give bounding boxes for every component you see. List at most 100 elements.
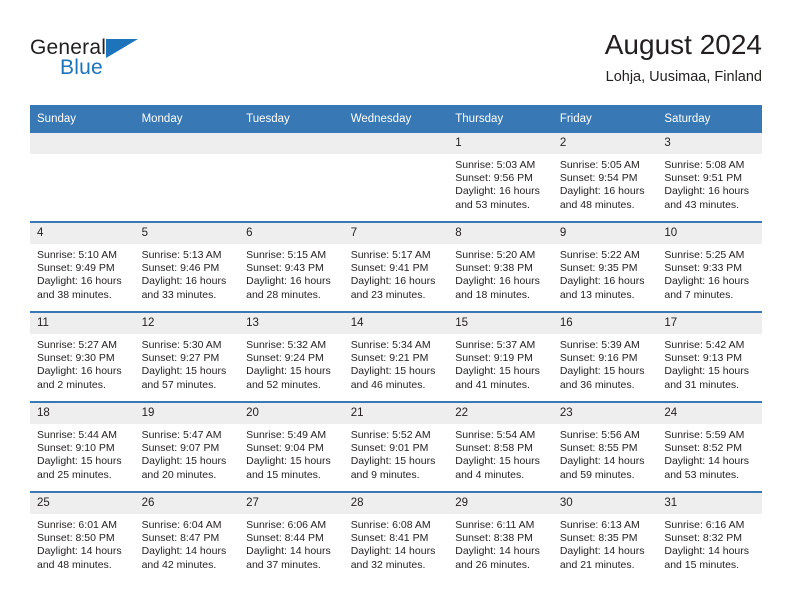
calendar-cell: 15 Sunrise: 5:37 AM Sunset: 9:19 PM Dayligh… bbox=[448, 311, 553, 402]
weekday-header-wednesday: Wednesday bbox=[343, 105, 449, 133]
day-number: 9 bbox=[552, 223, 658, 244]
day-number: 13 bbox=[239, 313, 344, 334]
day-cell[interactable]: 4 Sunrise: 5:10 AM Sunset: 9:49 PM Daylight… bbox=[30, 223, 135, 311]
sun-info: Sunrise: 5:42 AM Sunset: 9:13 PM Daylight:… bbox=[657, 334, 762, 392]
sunset-text: Sunset: 8:41 PM bbox=[350, 532, 429, 545]
day-cell[interactable]: 20 Sunrise: 5:49 AM Sunset: 9:04 PM Dayligh… bbox=[239, 403, 344, 491]
brand-logo[interactable]: General Blue bbox=[30, 36, 250, 94]
day-cell[interactable]: 10 Sunrise: 5:25 AM Sunset: 9:33 PM Dayligh… bbox=[657, 223, 762, 311]
calendar-cell: 24 Sunrise: 5:59 AM Sunset: 8:52 PM Dayligh… bbox=[657, 401, 762, 492]
day-cell[interactable]: 2 Sunrise: 5:05 AM Sunset: 9:54 PM Daylight… bbox=[552, 133, 658, 221]
day-cell[interactable]: 24 Sunrise: 5:59 AM Sunset: 8:52 PM Dayligh… bbox=[657, 403, 762, 491]
sun-info: Sunrise: 5:52 AM Sunset: 9:01 PM Daylight:… bbox=[344, 424, 449, 482]
day-cell[interactable]: 30 Sunrise: 6:13 AM Sunset: 8:35 PM Dayligh… bbox=[552, 493, 658, 581]
sun-info: Sunrise: 5:05 AM Sunset: 9:54 PM Daylight:… bbox=[553, 154, 658, 212]
daylight-text-line1: Daylight: 15 hours bbox=[246, 455, 331, 468]
day-number: 25 bbox=[30, 493, 135, 514]
daylight-text-line1: Daylight: 16 hours bbox=[455, 275, 540, 288]
sunrise-text: Sunrise: 5:47 AM bbox=[141, 429, 222, 441]
day-cell[interactable]: 19 Sunrise: 5:47 AM Sunset: 9:07 PM Dayligh… bbox=[134, 403, 240, 491]
sunset-text: Sunset: 9:24 PM bbox=[246, 352, 324, 365]
sun-info: Sunrise: 5:37 AM Sunset: 9:19 PM Daylight:… bbox=[448, 334, 553, 392]
weekday-header-saturday: Saturday bbox=[657, 105, 762, 133]
day-cell[interactable]: 31 Sunrise: 6:16 AM Sunset: 8:32 PM Dayligh… bbox=[657, 493, 762, 581]
sun-info: Sunrise: 6:01 AM Sunset: 8:50 PM Daylight:… bbox=[30, 514, 135, 572]
day-cell[interactable]: 28 Sunrise: 6:08 AM Sunset: 8:41 PM Dayligh… bbox=[343, 493, 449, 581]
daylight-text-line1: Daylight: 14 hours bbox=[37, 545, 122, 558]
daylight-text-line2: and 48 minutes. bbox=[559, 198, 635, 211]
sun-info: Sunrise: 5:27 AM Sunset: 9:30 PM Daylight:… bbox=[30, 334, 135, 392]
sunset-text: Sunset: 9:56 PM bbox=[455, 172, 533, 185]
day-cell[interactable]: 13 Sunrise: 5:32 AM Sunset: 9:24 PM Dayligh… bbox=[239, 313, 344, 401]
sunrise-text: Sunrise: 5:32 AM bbox=[246, 339, 327, 351]
day-cell-empty bbox=[134, 133, 240, 221]
day-cell[interactable]: 17 Sunrise: 5:42 AM Sunset: 9:13 PM Dayligh… bbox=[657, 313, 762, 401]
day-cell[interactable]: 29 Sunrise: 6:11 AM Sunset: 8:38 PM Dayligh… bbox=[448, 493, 553, 581]
calendar-cell: 19 Sunrise: 5:47 AM Sunset: 9:07 PM Dayligh… bbox=[134, 401, 240, 492]
sun-info: Sunrise: 5:32 AM Sunset: 9:24 PM Daylight:… bbox=[239, 334, 344, 392]
day-number: 12 bbox=[134, 313, 240, 334]
day-cell[interactable]: 25 Sunrise: 6:01 AM Sunset: 8:50 PM Dayligh… bbox=[30, 493, 135, 581]
daylight-text-line2: and 4 minutes. bbox=[455, 468, 525, 481]
day-cell[interactable]: 3 Sunrise: 5:08 AM Sunset: 9:51 PM Daylight… bbox=[657, 133, 762, 221]
day-cell[interactable]: 14 Sunrise: 5:34 AM Sunset: 9:21 PM Dayligh… bbox=[343, 313, 449, 401]
sunset-text: Sunset: 9:27 PM bbox=[141, 352, 220, 365]
sun-info: Sunrise: 5:25 AM Sunset: 9:33 PM Daylight:… bbox=[657, 244, 762, 302]
sunset-text: Sunset: 8:44 PM bbox=[246, 532, 324, 545]
sunrise-text: Sunrise: 5:49 AM bbox=[246, 429, 327, 441]
day-number bbox=[134, 133, 240, 154]
day-cell[interactable]: 5 Sunrise: 5:13 AM Sunset: 9:46 PM Daylight… bbox=[134, 223, 240, 311]
weekday-header-monday: Monday bbox=[134, 105, 240, 133]
sunset-text: Sunset: 9:10 PM bbox=[37, 442, 115, 455]
calendar-week-row: 25 Sunrise: 6:01 AM Sunset: 8:50 PM Dayligh… bbox=[30, 491, 762, 581]
daylight-text-line2: and 36 minutes. bbox=[559, 378, 635, 391]
daylight-text-line2: and 15 minutes. bbox=[664, 558, 740, 571]
day-cell[interactable]: 11 Sunrise: 5:27 AM Sunset: 9:30 PM Dayligh… bbox=[30, 313, 135, 401]
sunset-text: Sunset: 8:55 PM bbox=[559, 442, 638, 455]
day-cell[interactable]: 7 Sunrise: 5:17 AM Sunset: 9:41 PM Daylight… bbox=[343, 223, 449, 311]
daylight-text-line1: Daylight: 15 hours bbox=[455, 365, 540, 378]
day-cell[interactable]: 9 Sunrise: 5:22 AM Sunset: 9:35 PM Daylight… bbox=[552, 223, 658, 311]
sunset-text: Sunset: 8:52 PM bbox=[664, 442, 743, 455]
sunset-text: Sunset: 9:43 PM bbox=[246, 262, 324, 275]
daylight-text-line1: Daylight: 15 hours bbox=[141, 365, 227, 378]
daylight-text-line2: and 46 minutes. bbox=[350, 378, 426, 391]
calendar-cell: 30 Sunrise: 6:13 AM Sunset: 8:35 PM Dayligh… bbox=[552, 491, 658, 581]
day-cell[interactable]: 27 Sunrise: 6:06 AM Sunset: 8:44 PM Dayligh… bbox=[239, 493, 344, 581]
daylight-text-line1: Daylight: 14 hours bbox=[350, 545, 436, 558]
sun-info: Sunrise: 5:08 AM Sunset: 9:51 PM Daylight:… bbox=[657, 154, 762, 212]
daylight-text-line1: Daylight: 14 hours bbox=[559, 545, 645, 558]
sunrise-text: Sunrise: 5:15 AM bbox=[246, 249, 327, 261]
sun-info: Sunrise: 6:11 AM Sunset: 8:38 PM Daylight:… bbox=[448, 514, 553, 572]
calendar-cell: 23 Sunrise: 5:56 AM Sunset: 8:55 PM Dayligh… bbox=[552, 401, 658, 492]
sunset-text: Sunset: 9:38 PM bbox=[455, 262, 533, 275]
day-cell-empty bbox=[239, 133, 344, 221]
daylight-text-line1: Daylight: 15 hours bbox=[664, 365, 750, 378]
day-cell[interactable]: 26 Sunrise: 6:04 AM Sunset: 8:47 PM Dayligh… bbox=[134, 493, 240, 581]
weekday-header-tuesday: Tuesday bbox=[239, 105, 344, 133]
daylight-text-line1: Daylight: 14 hours bbox=[664, 545, 750, 558]
daylight-text-line1: Daylight: 15 hours bbox=[246, 365, 331, 378]
day-cell[interactable]: 8 Sunrise: 5:20 AM Sunset: 9:38 PM Daylight… bbox=[448, 223, 553, 311]
sunset-text: Sunset: 9:13 PM bbox=[664, 352, 743, 365]
sun-info: Sunrise: 5:34 AM Sunset: 9:21 PM Daylight:… bbox=[344, 334, 449, 392]
day-cell[interactable]: 12 Sunrise: 5:30 AM Sunset: 9:27 PM Dayligh… bbox=[134, 313, 240, 401]
day-cell[interactable]: 6 Sunrise: 5:15 AM Sunset: 9:43 PM Daylight… bbox=[239, 223, 344, 311]
day-cell[interactable]: 16 Sunrise: 5:39 AM Sunset: 9:16 PM Dayligh… bbox=[552, 313, 658, 401]
day-number: 6 bbox=[239, 223, 344, 244]
day-cell[interactable]: 22 Sunrise: 5:54 AM Sunset: 8:58 PM Dayligh… bbox=[448, 403, 553, 491]
day-cell[interactable]: 15 Sunrise: 5:37 AM Sunset: 9:19 PM Dayligh… bbox=[448, 313, 553, 401]
sunset-text: Sunset: 8:47 PM bbox=[141, 532, 220, 545]
day-cell[interactable]: 1 Sunrise: 5:03 AM Sunset: 9:56 PM Daylight… bbox=[448, 133, 553, 221]
day-cell[interactable]: 18 Sunrise: 5:44 AM Sunset: 9:10 PM Dayligh… bbox=[30, 403, 135, 491]
sunrise-text: Sunrise: 5:54 AM bbox=[455, 429, 536, 441]
daylight-text-line2: and 2 minutes. bbox=[37, 378, 106, 391]
day-cell[interactable]: 21 Sunrise: 5:52 AM Sunset: 9:01 PM Dayligh… bbox=[343, 403, 449, 491]
sun-info: Sunrise: 5:17 AM Sunset: 9:41 PM Daylight:… bbox=[344, 244, 449, 302]
daylight-text-line1: Daylight: 15 hours bbox=[37, 455, 122, 468]
day-number: 2 bbox=[552, 133, 658, 154]
sunrise-text: Sunrise: 5:56 AM bbox=[559, 429, 640, 441]
day-number: 1 bbox=[448, 133, 553, 154]
day-cell[interactable]: 23 Sunrise: 5:56 AM Sunset: 8:55 PM Dayligh… bbox=[552, 403, 658, 491]
calendar-cell: 16 Sunrise: 5:39 AM Sunset: 9:16 PM Dayligh… bbox=[552, 311, 658, 402]
